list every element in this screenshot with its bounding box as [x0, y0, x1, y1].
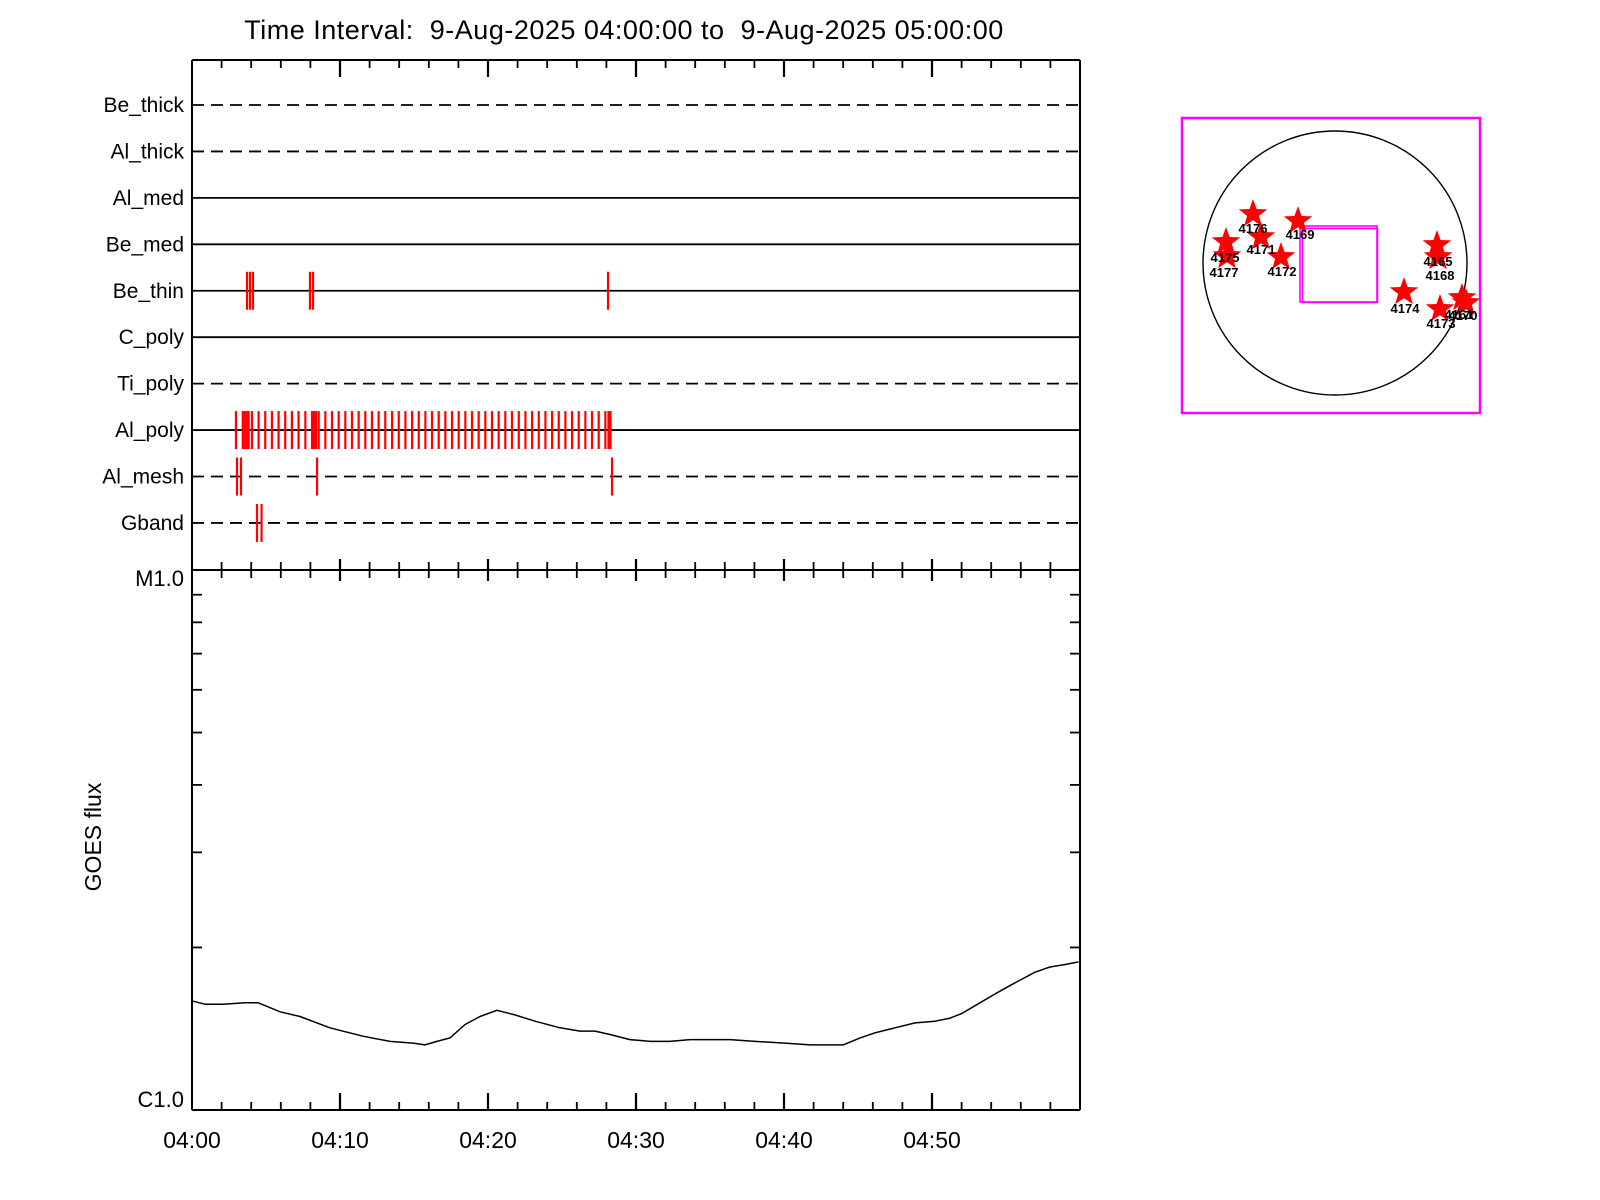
active-region-label-4171: 4171	[1247, 242, 1276, 257]
goes-axis-title: GOES flux	[80, 782, 106, 891]
filter-label-Be_thin: Be_thin	[113, 280, 184, 303]
filter-label-Be_thick: Be_thick	[103, 94, 184, 117]
time-label-04:50: 04:50	[903, 1127, 961, 1153]
active-region-label-4176: 4176	[1239, 221, 1268, 236]
filter-label-Gband: Gband	[121, 512, 184, 535]
goes-flux-curve	[192, 961, 1079, 1046]
xrt-observation-timeline-screen: Time Interval: 9-Aug-2025 04:00:00 to 9-…	[0, 0, 1600, 1200]
active-region-label-4168: 4168	[1426, 268, 1455, 283]
active-region-label-4169: 4169	[1286, 227, 1315, 242]
goes-ymax-label: M1.0	[135, 566, 184, 591]
active-region-label-4175: 4175	[1211, 250, 1240, 265]
time-label-04:00: 04:00	[163, 1127, 221, 1153]
active-region-label-4177: 4177	[1210, 265, 1239, 280]
active-region-label-4165: 4165	[1424, 254, 1453, 269]
time-label-04:30: 04:30	[607, 1127, 665, 1153]
filter-label-Al_poly: Al_poly	[115, 419, 184, 442]
time-label-04:40: 04:40	[755, 1127, 813, 1153]
active-region-label-4174: 4174	[1391, 301, 1421, 316]
time-label-04:10: 04:10	[311, 1127, 369, 1153]
filter-label-C_poly: C_poly	[119, 326, 185, 349]
time-label-04:20: 04:20	[459, 1127, 517, 1153]
plot-canvas: Be_thick Al_thick Al_med Be_med Be_thin C_pol…	[80, 59, 1482, 1153]
active-region-label-4172: 4172	[1268, 264, 1297, 279]
filter-label-Be_med: Be_med	[106, 233, 184, 256]
goes-ymin-label: C1.0	[138, 1087, 184, 1112]
active-region-label-4170: 4170	[1449, 308, 1478, 323]
filter-label-Al_mesh: Al_mesh	[102, 466, 184, 489]
filter-label-Al_med: Al_med	[113, 187, 184, 210]
filter-label-Al_thick: Al_thick	[110, 140, 184, 163]
filter-label-Ti_poly: Ti_poly	[117, 373, 184, 396]
